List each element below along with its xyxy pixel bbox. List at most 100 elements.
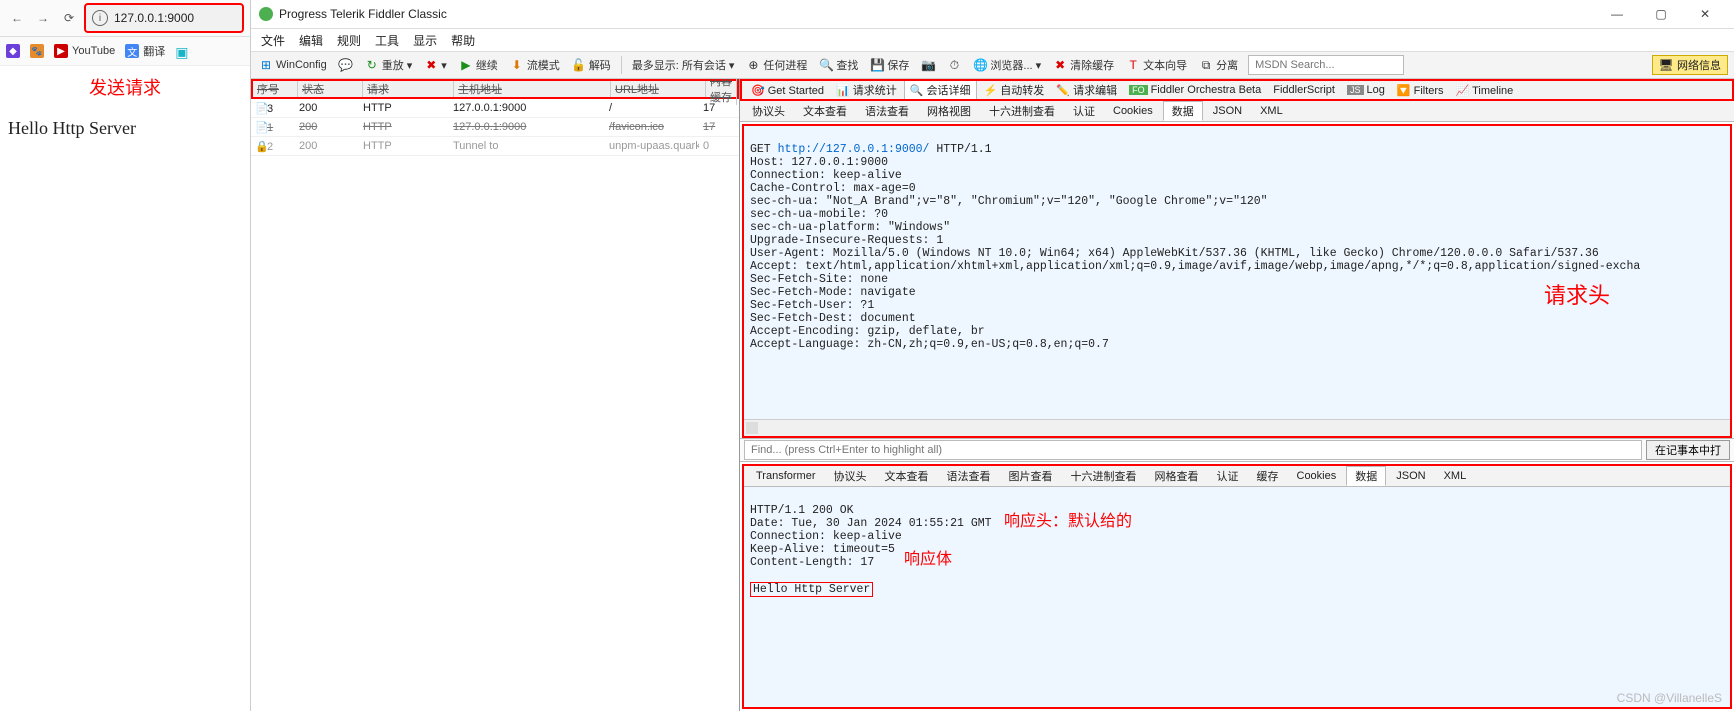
request-view-tab[interactable]: XML [1252,104,1291,118]
request-view-tab[interactable]: 协议头 [744,102,793,120]
menu-tools[interactable]: 工具 [375,32,399,49]
response-view-tab[interactable]: XML [1436,469,1475,483]
remove-button[interactable]: ✖▾ [422,58,449,72]
response-view-tab[interactable]: 图片查看 [1001,467,1061,485]
response-view-tab[interactable]: 网格查看 [1147,467,1207,485]
request-view-tabs: 协议头文本查看语法查看网格视图十六进制查看认证Cookies数据JSONXML [740,101,1734,122]
col-status[interactable]: 状态 [298,81,363,97]
textwizard-button[interactable]: T文本向导 [1124,57,1189,73]
reload-button[interactable]: ⟳ [58,7,80,29]
dropdown-icon: ▾ [1036,59,1042,72]
col-number[interactable]: 序号 [253,81,298,97]
inspector-tab[interactable]: 🔍 会话详细 [904,80,977,100]
inspector-tab[interactable]: ✏️ 请求编辑 [1051,81,1122,99]
bookmark-item[interactable]: 🐾 [30,44,44,58]
inspector-tab[interactable]: FO Fiddler Orchestra Beta [1124,81,1266,99]
timer-icon: ⏱ [947,58,961,72]
bookmark-youtube[interactable]: ▶YouTube [54,44,115,58]
dropdown-icon: ▾ [441,59,447,72]
find-button[interactable]: 🔍查找 [817,57,860,73]
response-view-tab[interactable]: Transformer [748,469,824,483]
menu-edit[interactable]: 编辑 [299,32,323,49]
bookmark-translate[interactable]: 文翻译 [125,43,165,59]
msdn-search[interactable] [1248,55,1404,75]
minimize-button[interactable]: — [1596,2,1638,26]
details-panel: 🎯 Get Started📊 请求统计🔍 会话详细⚡ 自动转发✏️ 请求编辑FO… [740,79,1734,711]
stream-button[interactable]: ⬇流模式 [508,57,562,73]
sessions-list[interactable]: 📄3200HTTP127.0.0.1:9000/17📄1200HTTP127.0… [251,99,739,711]
clearcache-button[interactable]: ✖清除缓存 [1051,57,1116,73]
url-bar[interactable]: i 127.0.0.1:9000 [84,3,244,33]
camera-icon: 📷 [921,58,935,72]
request-view-tab[interactable]: 认证 [1065,102,1103,120]
request-view-tab[interactable]: 十六进制查看 [981,102,1063,120]
tearoff-icon: ⧉ [1199,58,1213,72]
process-button[interactable]: ⊕任何进程 [744,57,809,73]
maximize-button[interactable]: ▢ [1640,2,1682,26]
clear-icon: ✖ [1053,58,1067,72]
timer-button[interactable]: ⏱ [945,58,963,72]
inspector-tab[interactable]: 🎯 Get Started [746,81,829,99]
response-view-tab[interactable]: 十六进制查看 [1063,467,1145,485]
response-view-tab[interactable]: 认证 [1209,467,1247,485]
col-protocol[interactable]: 请求 [363,81,454,97]
request-view-tab[interactable]: 语法查看 [857,102,917,120]
session-row[interactable]: 📄1200HTTP127.0.0.1:9000/favicon.ico17 [251,118,739,137]
bookmark-item[interactable]: ▣ [175,44,189,58]
response-view-tab[interactable]: 语法查看 [939,467,999,485]
response-view-tab[interactable]: 缓存 [1249,467,1287,485]
close-button[interactable]: ✕ [1684,2,1726,26]
comment-button[interactable]: 💬 [337,58,355,72]
bookmark-item[interactable]: ◆ [6,44,20,58]
find-input[interactable] [744,440,1642,460]
request-view-tab[interactable]: Cookies [1105,104,1161,118]
back-button[interactable]: ← [6,7,28,29]
winconfig-button[interactable]: ⊞WinConfig [257,58,329,72]
request-view-tab[interactable]: 文本查看 [795,102,855,120]
browser-button[interactable]: 🌐浏览器...▾ [971,57,1043,73]
inspector-tab[interactable]: FiddlerScript [1268,81,1340,99]
response-body: Hello Http Server [750,582,873,597]
request-view-tab[interactable]: 网格视图 [919,102,979,120]
menu-view[interactable]: 显示 [413,32,437,49]
bookmark-bar: ◆ 🐾 ▶YouTube 文翻译 ▣ [0,37,250,66]
inspector-tab[interactable]: 📊 请求统计 [831,81,902,99]
save-button[interactable]: 💾保存 [868,57,911,73]
screenshot-button[interactable]: 📷 [919,58,937,72]
find-icon: 🔍 [819,58,833,72]
menu-rules[interactable]: 规则 [337,32,361,49]
menu-help[interactable]: 帮助 [451,32,475,49]
response-view-tab[interactable]: 数据 [1346,466,1386,486]
session-row[interactable]: 🔒2200HTTPTunnel tounpm-upaas.quark.cn:44… [251,137,739,156]
bili-icon: ▣ [175,44,189,58]
decode-button[interactable]: 🔓解码 [570,57,613,73]
response-view-tab[interactable]: Cookies [1289,469,1345,483]
request-view-tab[interactable]: 数据 [1163,101,1203,121]
decode-icon: 🔓 [572,58,586,72]
response-view-tab[interactable]: 协议头 [826,467,875,485]
col-host[interactable]: 主机地址 [454,81,611,97]
menu-file[interactable]: 文件 [261,32,285,49]
inspector-tab[interactable]: 🔽 Filters [1392,81,1449,99]
diamond-icon: ◆ [6,44,20,58]
replay-button[interactable]: ↻重放▾ [363,57,415,73]
response-view-tab[interactable]: JSON [1388,469,1433,483]
inspector-tab[interactable]: ⚡ 自动转发 [979,81,1050,99]
col-url[interactable]: URL地址 [611,81,706,97]
tearoff-button[interactable]: ⧉分离 [1197,57,1240,73]
inspector-tab[interactable]: JS Log [1342,81,1390,99]
response-view-tab[interactable]: 文本查看 [877,467,937,485]
horizontal-scrollbar[interactable] [744,419,1730,436]
request-raw-text[interactable]: GET http://127.0.0.1:9000/ HTTP/1.1 Host… [744,126,1730,419]
response-raw-text[interactable]: HTTP/1.1 200 OK Date: Tue, 30 Jan 2024 0… [744,487,1730,707]
inspector-tab[interactable]: 📈 Timeline [1451,81,1519,99]
request-url-link[interactable]: http://127.0.0.1:9000/ [778,143,930,156]
forward-button[interactable]: → [32,7,54,29]
request-view-tab[interactable]: JSON [1205,104,1250,118]
network-info-button[interactable]: 🖥网络信息 [1652,55,1728,75]
page-content: Hello Http Server [0,108,250,149]
notepad-button[interactable]: 在记事本中打 [1646,440,1730,460]
session-row[interactable]: 📄3200HTTP127.0.0.1:9000/17 [251,99,739,118]
go-button[interactable]: ▶继续 [457,57,500,73]
annotation-response-headers: 响应头：默认给的 [1004,507,1132,531]
